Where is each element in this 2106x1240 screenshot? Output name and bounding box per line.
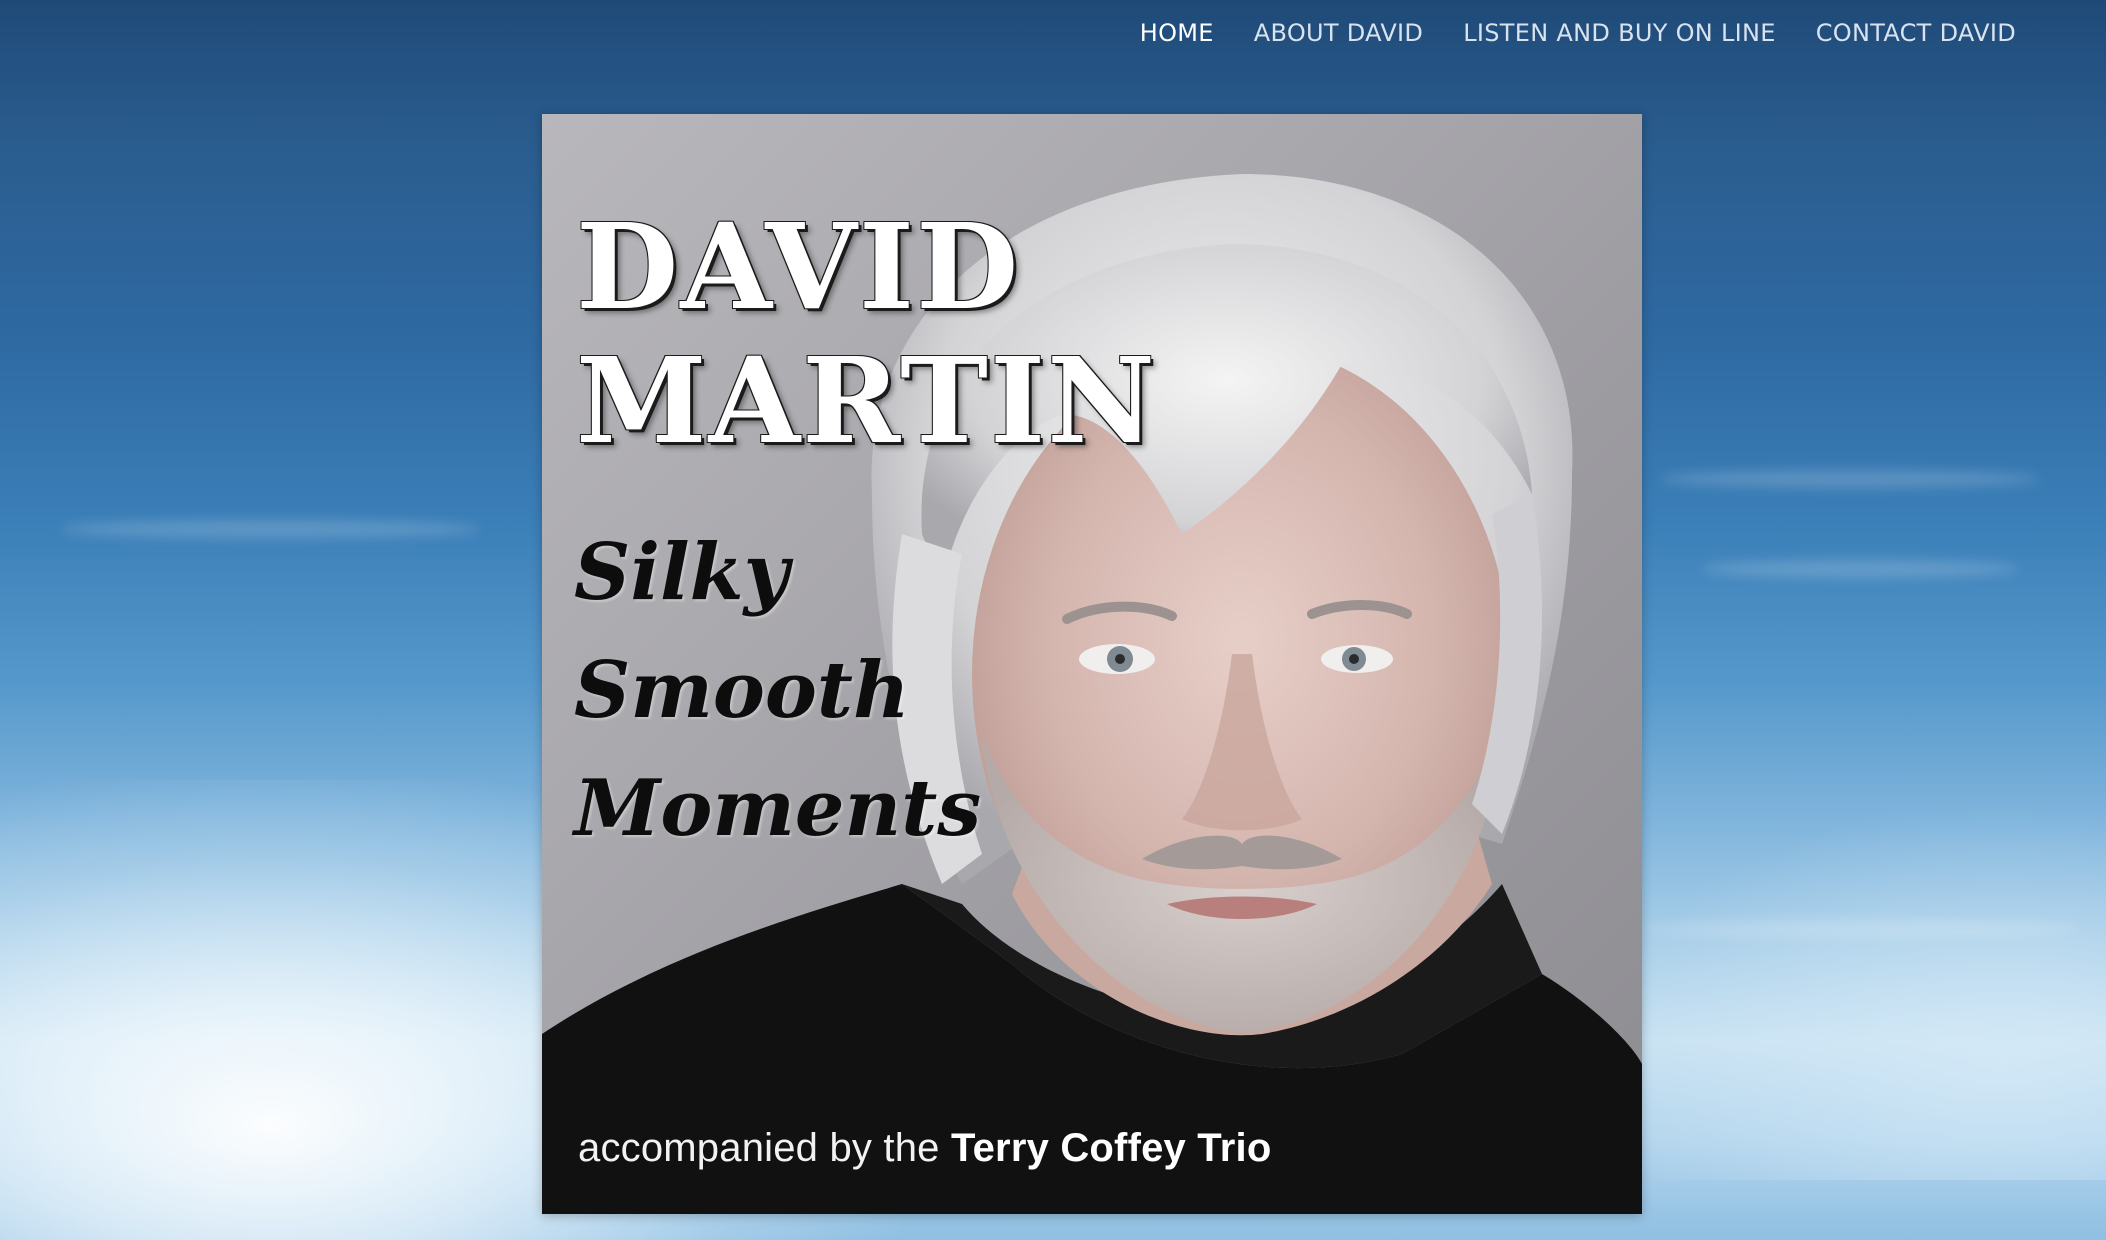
artist-last-name: MARTIN	[576, 331, 1158, 470]
nav-about-david[interactable]: ABOUT DAVID	[1254, 16, 1423, 50]
nav-contact-david[interactable]: CONTACT DAVID	[1816, 16, 2016, 50]
cloud-streak	[1700, 560, 2020, 578]
artist-first-name: DAVID	[576, 197, 1021, 336]
cloud-streak	[1660, 470, 2040, 488]
credit-prefix: accompanied by the	[578, 1126, 940, 1170]
cover-credit: accompanied by the Terry Coffey Trio	[578, 1126, 1271, 1171]
main-navigation: HOME ABOUT DAVID LISTEN AND BUY ON LINE …	[1140, 16, 2016, 50]
nav-home[interactable]: HOME	[1140, 16, 1214, 50]
album-title-line-1: Silky	[574, 527, 789, 618]
album-title-line-2: Smooth	[574, 645, 910, 736]
nav-listen-and-buy[interactable]: LISTEN AND BUY ON LINE	[1463, 16, 1776, 50]
sky-glow-right	[1586, 800, 2106, 1180]
cloud-streak	[1640, 920, 2080, 938]
cloud-streak	[60, 520, 480, 538]
album-cover-image: DAVID MARTIN Silky Smooth Moments accomp…	[542, 114, 1642, 1214]
credit-group: Terry Coffey Trio	[950, 1126, 1272, 1170]
cover-album-title: Silky Smooth Moments	[574, 514, 981, 868]
album-title-line-3: Moments	[574, 763, 982, 854]
cover-artist-name: DAVID MARTIN	[576, 200, 1157, 468]
